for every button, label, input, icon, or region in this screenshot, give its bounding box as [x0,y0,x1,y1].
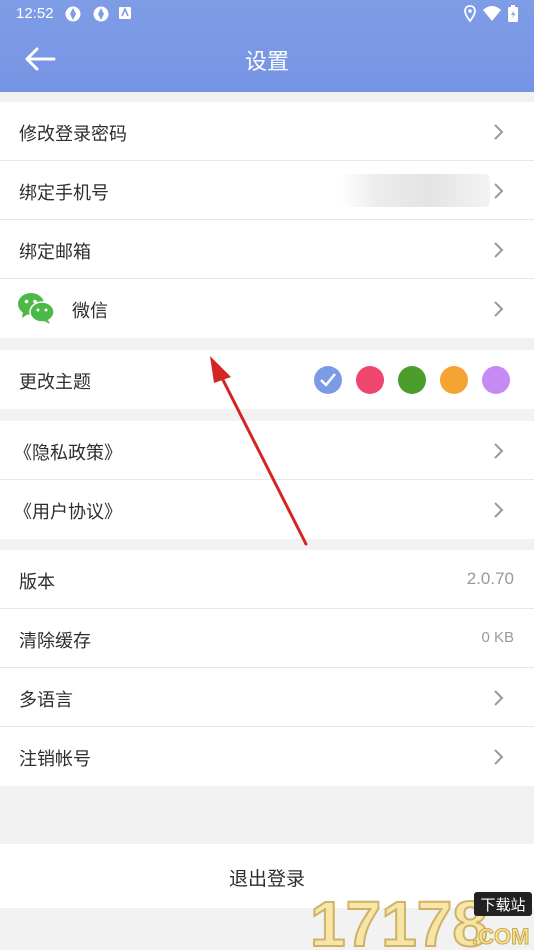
location-icon [464,5,476,23]
change-password-row[interactable]: 修改登录密码 [0,102,534,161]
chevron-right-icon [494,124,504,140]
watermark-number: 17178 [310,888,488,950]
checkmark-icon [320,373,336,387]
chevron-right-icon [494,183,504,199]
battery-icon [508,5,518,22]
chevron-right-icon [494,502,504,518]
wechat-row[interactable]: 微信 [0,279,534,338]
delete-account-row[interactable]: 注销帐号 [0,727,534,786]
bind-phone-label: 绑定手机号 [19,183,109,204]
chevron-right-icon [494,749,504,765]
user-agreement-row[interactable]: 《用户协议》 [0,480,534,539]
theme-color-purple[interactable] [482,366,510,394]
status-bar: 12:52 [0,0,534,28]
phone-number-blurred [340,174,490,207]
theme-color-picker [300,366,510,394]
version-row: 版本 2.0.70 [0,550,534,609]
wifi-icon [483,6,501,21]
language-row[interactable]: 多语言 [0,668,534,727]
clear-cache-row[interactable]: 清除缓存 0 KB [0,609,534,668]
cache-size-value: 0 KB [481,629,514,646]
chevron-right-icon [494,690,504,706]
site-watermark: 17178 下载站 .COM [309,882,534,950]
account-settings-group: 修改登录密码 绑定手机号 绑定邮箱 微信 [0,102,534,338]
watermark-domain: .COM [472,924,529,949]
change-theme-label: 更改主题 [19,372,91,393]
change-theme-row: 更改主题 [0,350,534,409]
delete-account-label: 注销帐号 [19,749,91,770]
chevron-right-icon [494,301,504,317]
status-time: 12:52 [16,5,54,22]
change-password-label: 修改登录密码 [19,124,127,145]
legal-group: 《隐私政策》 《用户协议》 [0,421,534,539]
privacy-policy-label: 《隐私政策》 [14,443,122,464]
app-notification-icon [119,6,131,19]
notification-icon [93,6,109,22]
theme-group: 更改主题 [0,350,534,409]
chevron-right-icon [494,443,504,459]
watermark-badge: 下载站 [480,896,525,914]
theme-color-pink[interactable] [356,366,384,394]
version-value: 2.0.70 [466,569,514,588]
page-title: 设置 [244,50,289,75]
version-label: 版本 [19,572,55,593]
theme-color-blue[interactable] [314,366,342,394]
bind-email-label: 绑定邮箱 [19,242,91,263]
info-group: 版本 2.0.70 清除缓存 0 KB 多语言 注销帐号 [0,550,534,786]
logout-label: 退出登录 [228,868,305,890]
privacy-policy-row[interactable]: 《隐私政策》 [0,421,534,480]
clear-cache-label: 清除缓存 [19,631,91,652]
wechat-label: 微信 [72,301,108,322]
bind-email-row[interactable]: 绑定邮箱 [0,220,534,279]
chevron-right-icon [494,242,504,258]
language-label: 多语言 [19,690,73,711]
bind-phone-row[interactable]: 绑定手机号 [0,161,534,220]
user-agreement-label: 《用户协议》 [14,502,122,523]
theme-color-orange[interactable] [440,366,468,394]
theme-color-green[interactable] [398,366,426,394]
notification-icon [65,6,81,22]
watermark-logo: 17178 下载站 .COM [309,887,532,950]
wechat-icon [18,293,55,324]
top-app-bar: 12:52 设置 [0,0,534,92]
